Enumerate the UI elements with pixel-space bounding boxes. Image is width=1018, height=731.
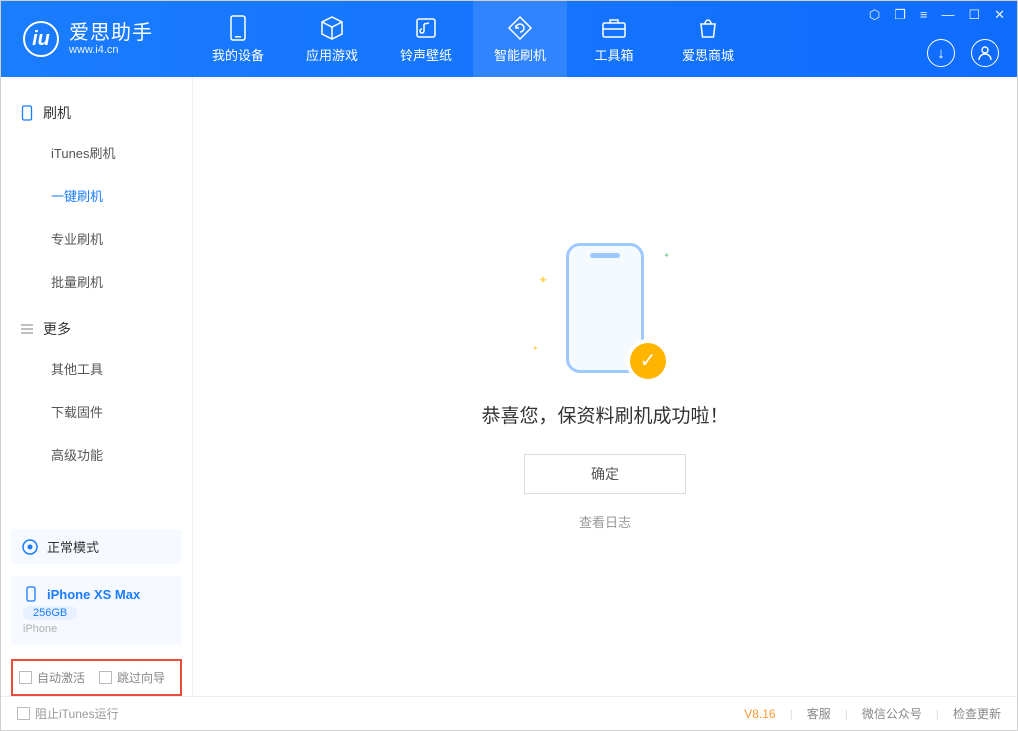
tab-toolbox[interactable]: 工具箱 <box>567 1 661 77</box>
sparkle-icon: ✦ <box>538 273 548 287</box>
header: iu 爱思助手 www.i4.cn 我的设备 应用游戏 铃声壁纸 智能刷机 工具… <box>1 1 1017 77</box>
sidebar-item-other-tools[interactable]: 其他工具 <box>1 347 192 390</box>
shirt-icon[interactable]: ⬡ <box>869 7 880 23</box>
user-icon[interactable] <box>971 39 999 67</box>
success-message: 恭喜您，保资料刷机成功啦！ <box>481 401 728 428</box>
app-name-cn: 爱思助手 <box>69 22 153 44</box>
app-name-en: www.i4.cn <box>69 44 153 56</box>
header-right-icons: ↓ <box>927 39 999 67</box>
device-name: iPhone XS Max <box>47 587 140 602</box>
sparkle-icon: ✦ <box>532 344 539 353</box>
device-mode-panel[interactable]: 正常模式 <box>11 529 182 564</box>
highlighted-checkbox-row: 自动激活 跳过向导 <box>11 659 182 696</box>
checkbox-block-itunes[interactable]: 阻止iTunes运行 <box>17 705 119 722</box>
download-icon[interactable]: ↓ <box>927 39 955 67</box>
logo-icon: iu <box>23 21 59 57</box>
footer-link-wechat[interactable]: 微信公众号 <box>862 705 922 722</box>
phone-outline-icon <box>19 105 35 121</box>
device-icon <box>225 15 251 41</box>
music-icon <box>413 15 439 41</box>
checkbox-box-icon <box>99 671 112 684</box>
tab-store[interactable]: 爱思商城 <box>661 1 755 77</box>
tab-my-device[interactable]: 我的设备 <box>191 1 285 77</box>
sparkle-icon: ✦ <box>663 251 670 260</box>
refresh-icon <box>507 15 533 41</box>
minimize-button[interactable]: ― <box>941 7 954 23</box>
footer-link-support[interactable]: 客服 <box>807 705 831 722</box>
menu-icon[interactable]: ≡ <box>920 7 928 23</box>
sidebar-item-oneclick-flash[interactable]: 一键刷机 <box>1 174 192 217</box>
success-illustration: ✦ ✦ ✦ ✓ <box>550 243 660 373</box>
sidebar-group-more: 更多 <box>1 311 192 347</box>
shop-icon <box>695 15 721 41</box>
footer-link-update[interactable]: 检查更新 <box>953 705 1001 722</box>
body: 刷机 iTunes刷机 一键刷机 专业刷机 批量刷机 更多 其他工具 下载固件 … <box>1 77 1017 696</box>
sidebar-item-itunes-flash[interactable]: iTunes刷机 <box>1 131 192 174</box>
top-tabs: 我的设备 应用游戏 铃声壁纸 智能刷机 工具箱 爱思商城 <box>191 1 755 77</box>
toolbox-icon <box>601 15 627 41</box>
menu-lines-icon <box>19 321 35 337</box>
checkbox-skip-wizard[interactable]: 跳过向导 <box>99 669 165 686</box>
logo[interactable]: iu 爱思助手 www.i4.cn <box>11 21 191 57</box>
sidebar: 刷机 iTunes刷机 一键刷机 专业刷机 批量刷机 更多 其他工具 下载固件 … <box>1 77 193 696</box>
tab-smart-flash[interactable]: 智能刷机 <box>473 1 567 77</box>
window-controls: ⬡ ❐ ≡ ― ☐ ✕ <box>869 7 1005 23</box>
feedback-icon[interactable]: ❐ <box>894 7 906 23</box>
footer: 阻止iTunes运行 V8.16 | 客服 | 微信公众号 | 检查更新 <box>1 696 1017 730</box>
checkbox-auto-activate[interactable]: 自动激活 <box>19 669 85 686</box>
mode-icon <box>21 538 39 556</box>
sidebar-item-pro-flash[interactable]: 专业刷机 <box>1 217 192 260</box>
footer-right: V8.16 | 客服 | 微信公众号 | 检查更新 <box>744 705 1001 722</box>
device-type: iPhone <box>23 623 170 635</box>
checkbox-box-icon <box>17 707 30 720</box>
ok-button[interactable]: 确定 <box>524 454 686 494</box>
view-log-link[interactable]: 查看日志 <box>579 512 631 531</box>
maximize-button[interactable]: ☐ <box>968 7 980 23</box>
main-content: ✦ ✦ ✦ ✓ 恭喜您，保资料刷机成功啦！ 确定 查看日志 <box>193 77 1017 696</box>
cube-icon <box>319 15 345 41</box>
sidebar-item-advanced[interactable]: 高级功能 <box>1 433 192 476</box>
checkbox-box-icon <box>19 671 32 684</box>
device-mode-label: 正常模式 <box>47 537 99 556</box>
sidebar-item-download-firmware[interactable]: 下载固件 <box>1 390 192 433</box>
tab-apps-games[interactable]: 应用游戏 <box>285 1 379 77</box>
device-info-panel[interactable]: iPhone XS Max 256GB iPhone <box>11 576 182 645</box>
checkmark-badge-icon: ✓ <box>630 343 666 379</box>
sidebar-item-batch-flash[interactable]: 批量刷机 <box>1 260 192 303</box>
close-button[interactable]: ✕ <box>994 7 1005 23</box>
tab-ringtones-wallpapers[interactable]: 铃声壁纸 <box>379 1 473 77</box>
device-capacity-badge: 256GB <box>23 606 77 620</box>
version-label: V8.16 <box>744 707 775 721</box>
sidebar-group-flash: 刷机 <box>1 95 192 131</box>
device-small-icon <box>23 586 39 602</box>
